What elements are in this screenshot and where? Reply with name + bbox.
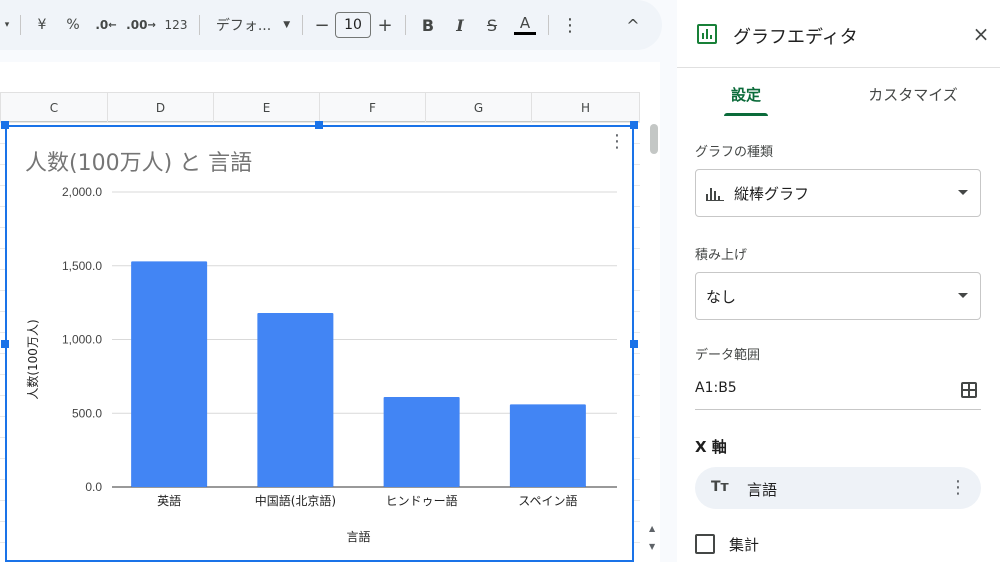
font-size-increase-button[interactable]: + xyxy=(371,10,399,40)
bar xyxy=(257,312,334,487)
italic-button[interactable]: I xyxy=(444,10,476,40)
y-tick-label: 500.0 xyxy=(72,406,102,420)
font-size-decrease-button[interactable]: − xyxy=(309,10,335,40)
tab-customize[interactable]: カスタマイズ xyxy=(868,68,958,120)
bar xyxy=(383,397,460,487)
more-options-icon[interactable]: ⋮ xyxy=(949,477,967,498)
bar xyxy=(131,261,208,487)
bold-button[interactable]: B xyxy=(412,10,444,40)
x-axis-chip[interactable]: Tт 言語 ⋮ xyxy=(695,467,981,509)
active-tab-indicator xyxy=(724,113,768,116)
panel-title: グラフエディタ xyxy=(733,27,858,48)
column-header-d[interactable]: D xyxy=(107,93,213,122)
toolbar-separator xyxy=(199,15,200,35)
x-axis-heading: X 軸 xyxy=(695,438,727,456)
column-header-g[interactable]: G xyxy=(425,93,531,122)
close-icon[interactable]: × xyxy=(970,22,992,46)
x-axis-title: 言語 xyxy=(346,529,370,544)
aggregate-row[interactable]: 集計 xyxy=(695,533,759,555)
column-header-e[interactable]: E xyxy=(213,93,319,122)
aggregate-label: 集計 xyxy=(729,535,760,554)
chevron-down-icon xyxy=(958,190,968,195)
x-axis-chip-label: 言語 xyxy=(747,481,778,499)
stacking-select[interactable]: なし xyxy=(695,272,981,320)
formatting-toolbar: ▾ ¥ % .0 ← .00 → 123 デフォ... ▼ − 10 + B I S … xyxy=(0,0,662,50)
text-color-swatch xyxy=(514,32,536,35)
column-chart-icon xyxy=(706,185,724,201)
toolbar-separator xyxy=(302,15,303,35)
y-tick-label: 1,000.0 xyxy=(62,333,102,347)
chart-editor-panel: グラフエディタ × 設定 カスタマイズ グラフの種類 縦棒グラフ 積み上げ なし… xyxy=(677,0,1000,562)
spreadsheet-window: ▾ ¥ % .0 ← .00 → 123 デフォ... ▼ − 10 + B I S … xyxy=(0,0,1000,562)
chevron-down-icon: ▼ xyxy=(283,20,291,30)
font-family-select[interactable]: デフォ... ▼ xyxy=(206,10,296,40)
data-range-label: データ範囲 xyxy=(695,348,761,363)
caret-left-icon[interactable]: ▾ xyxy=(0,10,14,40)
y-tick-label: 0.0 xyxy=(85,480,102,494)
aggregate-checkbox[interactable] xyxy=(695,534,715,554)
data-range-field[interactable]: A1:B5 xyxy=(695,372,981,410)
x-tick-label: 中国語(北京語) xyxy=(255,493,336,508)
scrollbar-thumb[interactable] xyxy=(650,124,658,154)
editor-tabs: 設定 カスタマイズ xyxy=(677,68,1000,120)
stacking-label: 積み上げ xyxy=(695,248,748,263)
toolbar-separator xyxy=(548,15,549,35)
x-tick-label: ヒンドゥー語 xyxy=(386,493,458,508)
panel-header: グラフエディタ × xyxy=(677,0,1000,68)
y-tick-label: 1,500.0 xyxy=(62,259,102,273)
increase-decimal-button[interactable]: .00 → xyxy=(123,10,159,40)
chevron-down-icon xyxy=(958,293,968,298)
select-range-icon[interactable] xyxy=(961,382,977,398)
arrow-left-icon: ← xyxy=(108,19,117,31)
stacking-value: なし xyxy=(706,287,737,306)
resize-handle-left[interactable] xyxy=(1,340,9,348)
number-format-button[interactable]: 123 xyxy=(159,10,193,40)
decrease-decimal-button[interactable]: .0 ← xyxy=(89,10,123,40)
toolbar-separator xyxy=(405,15,406,35)
x-tick-label: スペイン語 xyxy=(518,493,577,508)
font-size-input[interactable]: 10 xyxy=(335,12,371,38)
column-header-h[interactable]: H xyxy=(531,93,640,122)
tab-setup[interactable]: 設定 xyxy=(724,68,768,120)
vertical-scrollbar[interactable]: ▲ ▼ xyxy=(648,122,660,562)
bar xyxy=(509,404,586,487)
more-options-icon[interactable]: ⋮ xyxy=(555,10,585,40)
resize-handle-top[interactable] xyxy=(315,121,323,129)
y-tick-label: 2,000.0 xyxy=(62,185,102,199)
column-headers: C D E F G H xyxy=(0,92,640,122)
chart-plot: 0.0 500.0 1,000.0 1,500.0 2,000.0 英語 中国語(北京語) ヒ… xyxy=(25,185,617,544)
strikethrough-button[interactable]: S xyxy=(476,10,508,40)
x-tick-label: 英語 xyxy=(157,493,181,508)
toolbar-separator xyxy=(20,15,21,35)
chart-icon xyxy=(697,24,717,44)
scroll-down-icon[interactable]: ▼ xyxy=(649,542,655,551)
arrow-right-icon: → xyxy=(147,19,156,31)
chart-type-label: グラフの種類 xyxy=(695,145,774,160)
resize-handle-top-left[interactable] xyxy=(1,121,9,129)
currency-format-button[interactable]: ¥ xyxy=(27,10,57,40)
chart-type-value: 縦棒グラフ xyxy=(734,184,810,203)
percent-format-button[interactable]: % xyxy=(57,10,89,40)
column-header-c[interactable]: C xyxy=(0,93,107,122)
column-header-f[interactable]: F xyxy=(319,93,425,122)
text-type-icon: Tт xyxy=(711,479,729,495)
collapse-toolbar-icon[interactable]: ^ xyxy=(618,10,648,40)
y-axis-title: 人数(100万人) xyxy=(25,319,40,399)
chart-type-select[interactable]: 縦棒グラフ xyxy=(695,169,981,217)
scroll-up-icon[interactable]: ▲ xyxy=(649,524,655,533)
resize-handle-right[interactable] xyxy=(630,340,638,348)
data-range-value[interactable]: A1:B5 xyxy=(695,380,737,396)
chart-object[interactable]: 人数(100万人) と 言語 ⋮ 0.0 500.0 1,000.0 1,500.0 2… xyxy=(5,125,634,562)
resize-handle-top-right[interactable] xyxy=(630,121,638,129)
text-color-button[interactable]: A xyxy=(508,10,542,40)
